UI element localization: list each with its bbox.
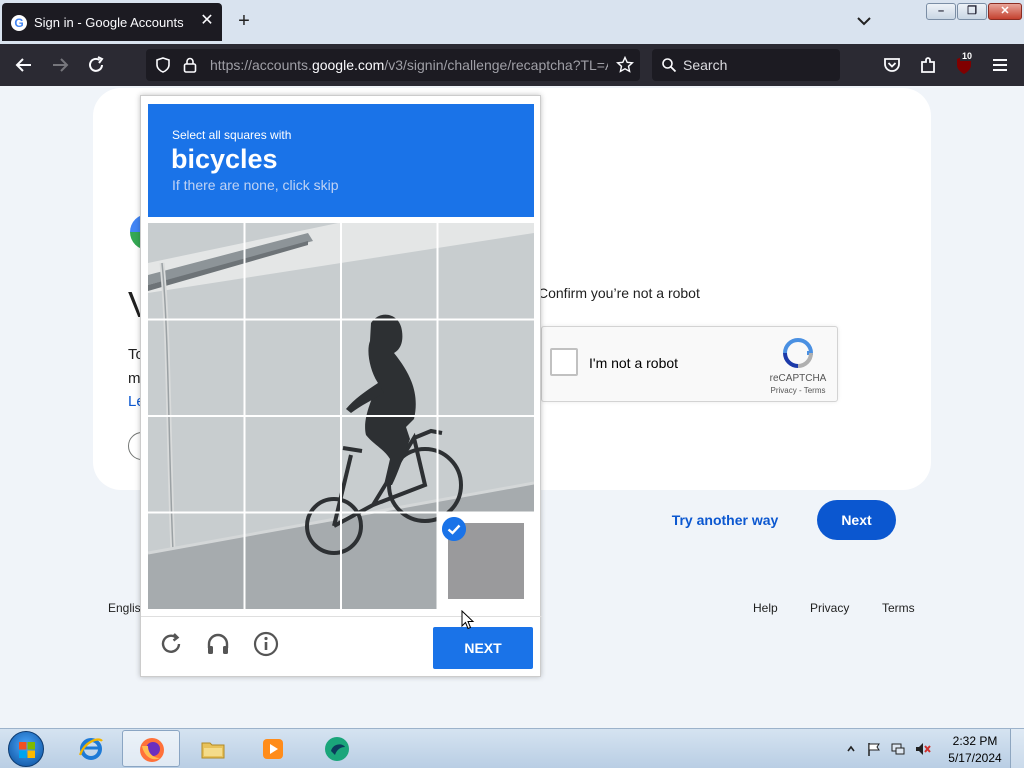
challenge-next-button[interactable]: NEXT	[433, 627, 533, 669]
window-minimize-button[interactable]: –	[926, 3, 956, 20]
close-icon: ✕	[1000, 5, 1010, 17]
checkmark-icon	[442, 517, 466, 541]
address-bar[interactable]: https://accounts.google.com/v3/signin/ch…	[146, 49, 640, 81]
reload-icon[interactable]	[84, 53, 108, 77]
google-favicon-icon: G	[11, 15, 27, 31]
taskbar-internet-explorer[interactable]	[62, 730, 120, 767]
media-player-icon	[263, 739, 283, 759]
windows-logo-icon	[19, 742, 35, 758]
restore-icon: ❐	[967, 5, 977, 17]
window-close-button[interactable]: ✕	[988, 3, 1022, 20]
grid-tile[interactable]	[342, 223, 438, 319]
grid-tile[interactable]	[438, 417, 534, 513]
try-another-way-button[interactable]: Try another way	[660, 500, 790, 540]
next-button[interactable]: Next	[817, 500, 896, 540]
file-explorer-icon	[201, 742, 225, 759]
show-hidden-icons-icon[interactable]	[846, 744, 856, 754]
taskbar-app[interactable]	[308, 730, 366, 767]
search-placeholder: Search	[683, 57, 728, 73]
network-icon[interactable]	[890, 741, 906, 757]
grid-tile[interactable]	[148, 223, 244, 319]
recaptcha-checkbox[interactable]	[550, 348, 578, 376]
new-tab-button[interactable]: +	[234, 11, 254, 31]
recaptcha-brand: reCAPTCHA	[769, 373, 827, 384]
footer-help-link[interactable]: Help	[753, 601, 778, 615]
recaptcha-widget: I'm not a robot reCAPTCHA Privacy - Term…	[541, 326, 838, 402]
grid-tile[interactable]	[148, 320, 244, 416]
flag-icon[interactable]	[866, 741, 882, 757]
star-icon[interactable]	[616, 56, 634, 74]
grid-tile[interactable]	[245, 513, 341, 609]
volume-muted-icon[interactable]	[914, 741, 932, 757]
system-tray: 2:32 PM 5/17/2024	[842, 729, 1024, 768]
robot-heading: Confirm you’re not a robot	[538, 285, 700, 301]
grid-tile[interactable]	[342, 417, 438, 513]
reload-icon[interactable]	[158, 631, 184, 657]
internet-explorer-icon	[78, 738, 103, 760]
grid-tile[interactable]	[148, 513, 244, 609]
tab-sign-in[interactable]: G Sign in - Google Accounts ✕	[2, 3, 222, 41]
language-selector[interactable]: Englis	[108, 601, 141, 615]
app-icon	[325, 737, 349, 761]
menu-icon[interactable]	[988, 53, 1012, 77]
taskbar: 2:32 PM 5/17/2024	[0, 728, 1024, 768]
navigation-toolbar: https://accounts.google.com/v3/signin/ch…	[0, 44, 1024, 86]
challenge-skip-hint: If there are none, click skip	[172, 177, 339, 193]
grid-tile[interactable]	[438, 223, 534, 319]
taskbar-media-player[interactable]	[244, 730, 302, 767]
search-icon	[662, 58, 677, 73]
footer-privacy-link[interactable]: Privacy	[810, 601, 849, 615]
challenge-footer: NEXT	[141, 616, 542, 678]
grid-tile[interactable]	[245, 223, 341, 319]
start-orb[interactable]	[8, 731, 44, 767]
forward-icon[interactable]	[48, 53, 72, 77]
search-bar[interactable]: Search	[652, 49, 840, 81]
footer-terms-link[interactable]: Terms	[882, 601, 915, 615]
clock-time[interactable]: 2:32 PM	[950, 734, 1000, 748]
challenge-image-grid	[148, 223, 534, 609]
recaptcha-label: I'm not a robot	[589, 355, 679, 371]
info-icon[interactable]	[253, 631, 279, 657]
minimize-icon: –	[937, 5, 945, 17]
extensions-icon[interactable]	[916, 53, 940, 77]
grid-tile[interactable]	[148, 417, 244, 513]
grid-tile[interactable]	[342, 513, 438, 609]
mouse-cursor-icon	[461, 610, 475, 630]
browser-tab-strip: G Sign in - Google Accounts ✕ + – ❐ ✕	[0, 0, 1024, 44]
recaptcha-logo-icon	[783, 338, 814, 368]
challenge-header: Select all squares with bicycles If ther…	[148, 104, 534, 217]
pocket-icon[interactable]	[880, 53, 904, 77]
window-restore-button[interactable]: ❐	[957, 3, 987, 20]
tab-title: Sign in - Google Accounts	[34, 15, 184, 30]
extension-badge: 10	[960, 51, 975, 61]
taskbar-firefox[interactable]	[122, 730, 180, 767]
grid-tile[interactable]	[245, 417, 341, 513]
chevron-down-icon[interactable]	[854, 11, 874, 31]
headphones-icon[interactable]	[205, 631, 231, 657]
recaptcha-challenge-dialog: Select all squares with bicycles If ther…	[140, 95, 542, 678]
challenge-instruction: Select all squares with	[172, 128, 292, 142]
lock-icon[interactable]	[182, 56, 198, 74]
grid-tile[interactable]	[342, 320, 438, 416]
taskbar-file-explorer[interactable]	[184, 730, 242, 767]
url-text[interactable]: https://accounts.google.com/v3/signin/ch…	[210, 57, 608, 73]
grid-tile[interactable]	[438, 320, 534, 416]
body-text-line2: m	[128, 370, 141, 387]
challenge-target-object: bicycles	[171, 144, 278, 174]
back-icon[interactable]	[12, 53, 36, 77]
tab-close-button[interactable]: ✕	[198, 12, 216, 30]
clock-date[interactable]: 5/17/2024	[946, 751, 1004, 765]
grid-tile[interactable]	[245, 320, 341, 416]
recaptcha-privacy-terms-link[interactable]: Privacy - Terms	[760, 386, 836, 395]
show-desktop-button[interactable]	[1010, 729, 1024, 768]
shield-icon[interactable]	[154, 56, 172, 74]
firefox-icon	[140, 738, 164, 762]
